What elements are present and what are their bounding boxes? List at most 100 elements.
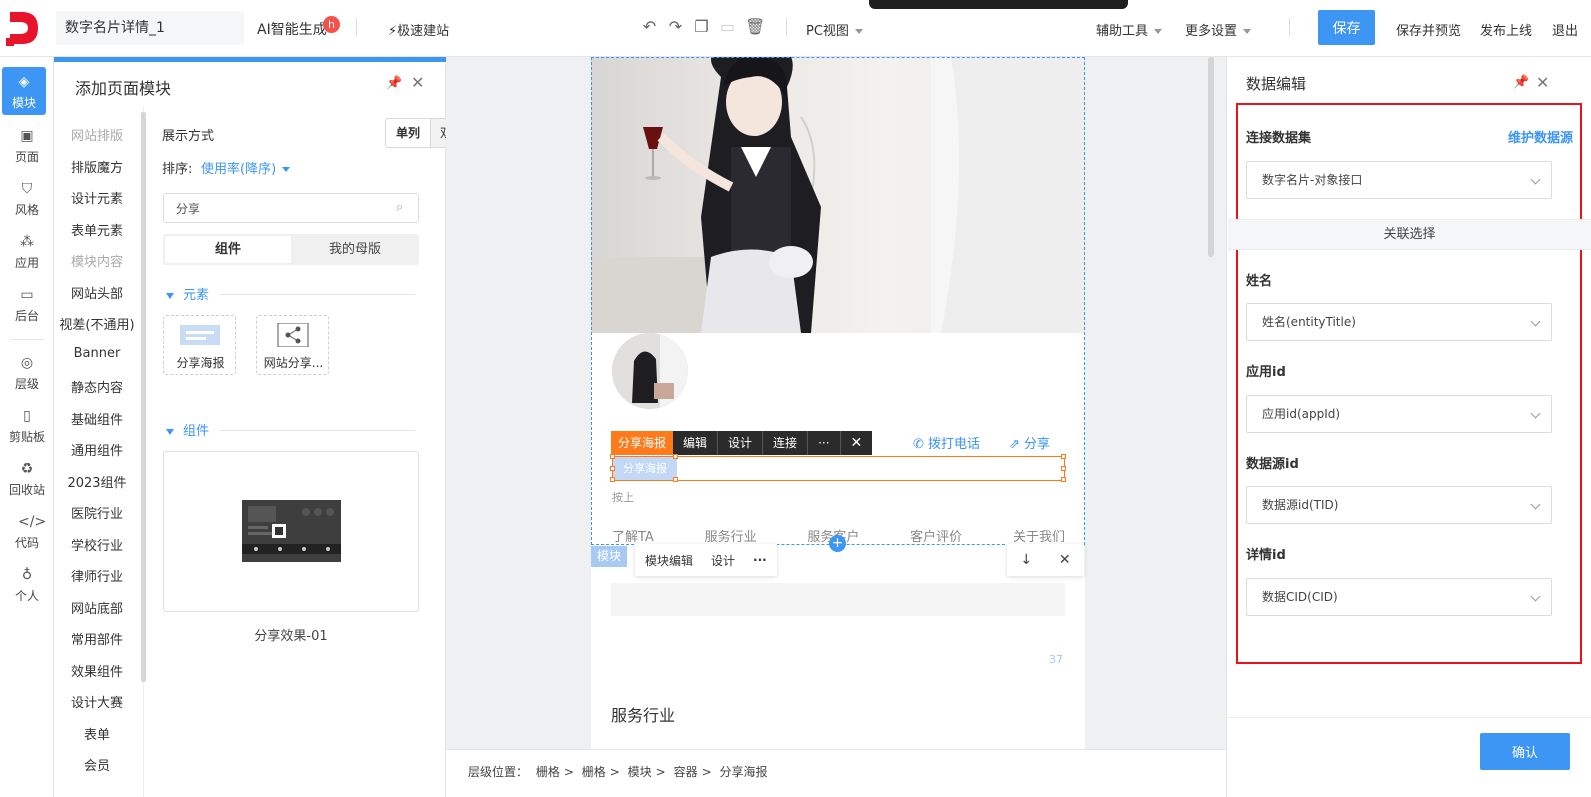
module-tag[interactable]: 模块 <box>591 546 627 567</box>
breadcrumb-item[interactable]: 栅格 <box>582 765 606 779</box>
undo-icon[interactable]: ↶ <box>641 17 658 37</box>
resize-handle[interactable] <box>1061 477 1066 482</box>
nav-item-personal[interactable]: ♁ 个人 <box>0 566 54 604</box>
section-components-header[interactable]: 组件 <box>166 420 209 439</box>
editor-canvas[interactable]: 分享海报 编辑 设计 连接 ··· ✕ ✆ 拨打电话 ⇗ 分享 分享海报 按上 … <box>446 57 1226 797</box>
category-item[interactable]: 静态内容 <box>54 377 140 396</box>
element-card-share-poster[interactable]: 分享海报 <box>163 315 236 375</box>
search-icon[interactable]: ⌕ <box>396 200 403 215</box>
canvas-scrollbar[interactable] <box>1208 57 1214 257</box>
page-name-field[interactable]: 数字名片详情_1 <box>56 11 244 45</box>
card-nav-item[interactable]: 客户评价 <box>910 526 962 545</box>
nav-item-code[interactable]: </> 代码 <box>0 513 54 551</box>
resize-handle[interactable] <box>610 466 615 471</box>
category-item[interactable]: 设计大赛 <box>54 692 140 711</box>
pin-icon[interactable]: 📌 <box>1513 75 1529 90</box>
resize-handle[interactable] <box>673 454 678 459</box>
breadcrumb-item[interactable]: 栅格 <box>536 765 560 779</box>
tab-masters[interactable]: 我的母版 <box>293 236 417 263</box>
maintain-datasource-link[interactable]: 维护数据源 <box>1508 127 1573 146</box>
section-elements-header[interactable]: 元素 <box>166 284 209 303</box>
nav-item-recycle[interactable]: ♻ 回收站 <box>0 460 54 498</box>
trash-icon[interactable]: 🗑 <box>745 17 765 37</box>
logout-button[interactable]: 退出 <box>1552 20 1578 39</box>
call-link[interactable]: ✆ 拨打电话 <box>913 433 980 452</box>
close-icon[interactable]: ✕ <box>1059 552 1071 568</box>
nav-item-page[interactable]: ▣ 页面 <box>0 127 54 165</box>
datasource-id-select[interactable]: 数据源id(TID) <box>1246 486 1552 524</box>
close-icon[interactable]: ✕ <box>841 431 873 455</box>
category-item[interactable]: 常用部件 <box>54 629 140 648</box>
resize-handle[interactable] <box>610 454 615 459</box>
share-link[interactable]: ⇗ 分享 <box>1009 433 1050 452</box>
add-module-icon[interactable]: + <box>829 535 846 552</box>
edit-button[interactable]: 编辑 <box>673 431 719 455</box>
category-item[interactable]: 律师行业 <box>54 566 140 585</box>
selected-element-tag[interactable]: 分享海报 <box>611 431 674 455</box>
sort-select[interactable]: 使用率(降序) <box>201 158 291 177</box>
category-item[interactable]: 学校行业 <box>54 535 140 554</box>
move-down-icon[interactable]: ↓ <box>1020 552 1032 568</box>
view-select[interactable]: PC视图 <box>806 20 863 39</box>
category-item[interactable]: 表单 <box>54 724 140 743</box>
nav-item-modules[interactable]: ◈ 模块 <box>2 67 46 115</box>
resize-handle[interactable] <box>673 477 678 482</box>
single-column-toggle[interactable]: 单列 <box>385 118 431 148</box>
aux-tools-menu[interactable]: 辅助工具 <box>1096 20 1163 39</box>
category-item[interactable]: 模块内容 <box>54 251 140 270</box>
card-nav-item[interactable]: 关于我们 <box>1013 526 1065 545</box>
component-card[interactable] <box>163 451 419 612</box>
publish-button[interactable]: 发布上线 <box>1480 20 1532 39</box>
page-preview[interactable]: 分享海报 编辑 设计 连接 ··· ✕ ✆ 拨打电话 ⇗ 分享 分享海报 按上 … <box>591 57 1085 757</box>
paste-icon[interactable]: ▭ <box>719 17 736 37</box>
more-settings-menu[interactable]: 更多设置 <box>1185 20 1252 39</box>
nav-item-clipboard[interactable]: ▯ 剪贴板 <box>0 407 54 445</box>
category-item[interactable]: 通用组件 <box>54 440 140 459</box>
breadcrumb-item[interactable]: 模块 <box>628 765 652 779</box>
module-more-button[interactable]: ··· <box>753 553 767 567</box>
close-icon[interactable]: ✕ <box>1536 73 1549 92</box>
redo-icon[interactable]: ↷ <box>667 17 684 37</box>
more-button[interactable]: ··· <box>808 431 841 455</box>
close-icon[interactable]: ✕ <box>411 73 424 92</box>
category-item[interactable]: 会员 <box>54 755 140 774</box>
card-nav-item[interactable]: 服务行业 <box>705 526 757 545</box>
name-field-select[interactable]: 姓名(entityTitle) <box>1246 303 1552 341</box>
app-id-select[interactable]: 应用id(appId) <box>1246 395 1552 433</box>
nav-item-apps[interactable]: ⁂ 应用 <box>0 233 54 271</box>
resize-handle[interactable] <box>610 477 615 482</box>
resize-handle[interactable] <box>1061 466 1066 471</box>
design-button[interactable]: 设计 <box>718 431 764 455</box>
nav-item-style[interactable]: ⛉ 风格 <box>0 180 54 218</box>
resize-handle[interactable] <box>1061 454 1066 459</box>
dataset-select[interactable]: 数字名片-对象接口 <box>1246 161 1552 199</box>
save-preview-button[interactable]: 保存并预览 <box>1396 20 1461 39</box>
hero-image[interactable] <box>591 57 1085 333</box>
category-item[interactable]: 基础组件 <box>54 409 140 428</box>
nav-item-backend[interactable]: ▭ 后台 <box>0 286 54 324</box>
tab-components[interactable]: 组件 <box>165 236 291 263</box>
element-card-site-share[interactable]: 网站分享... <box>256 315 329 375</box>
category-item[interactable]: 表单元素 <box>54 220 140 239</box>
fast-build-button[interactable]: ⚡极速建站 <box>388 20 449 39</box>
ai-generate-button[interactable]: AI智能生成 <box>257 19 327 39</box>
breadcrumb-item[interactable]: 分享海报 <box>719 765 767 779</box>
avatar[interactable] <box>612 333 688 409</box>
save-button[interactable]: 保存 <box>1318 10 1375 45</box>
category-scrollbar[interactable] <box>141 112 146 682</box>
pin-icon[interactable]: 📌 <box>386 76 402 91</box>
connect-button[interactable]: 连接 <box>763 431 809 455</box>
category-item[interactable]: 医院行业 <box>54 503 140 522</box>
category-item[interactable]: 网站底部 <box>54 598 140 617</box>
selected-element[interactable]: 分享海报 <box>610 454 1066 482</box>
logo-icon[interactable] <box>6 8 40 48</box>
module-search-input[interactable] <box>163 193 419 223</box>
category-item[interactable]: 网站头部 <box>54 283 140 302</box>
category-item[interactable]: 2023组件 <box>54 472 140 491</box>
card-nav-item[interactable]: 了解TA <box>612 526 654 545</box>
category-item[interactable]: Banner <box>54 346 140 361</box>
category-item[interactable]: 效果组件 <box>54 661 140 680</box>
category-item[interactable]: 排版魔方 <box>54 157 140 176</box>
breadcrumb-item[interactable]: 容器 <box>674 765 698 779</box>
copy-icon[interactable]: ❐ <box>693 17 710 37</box>
